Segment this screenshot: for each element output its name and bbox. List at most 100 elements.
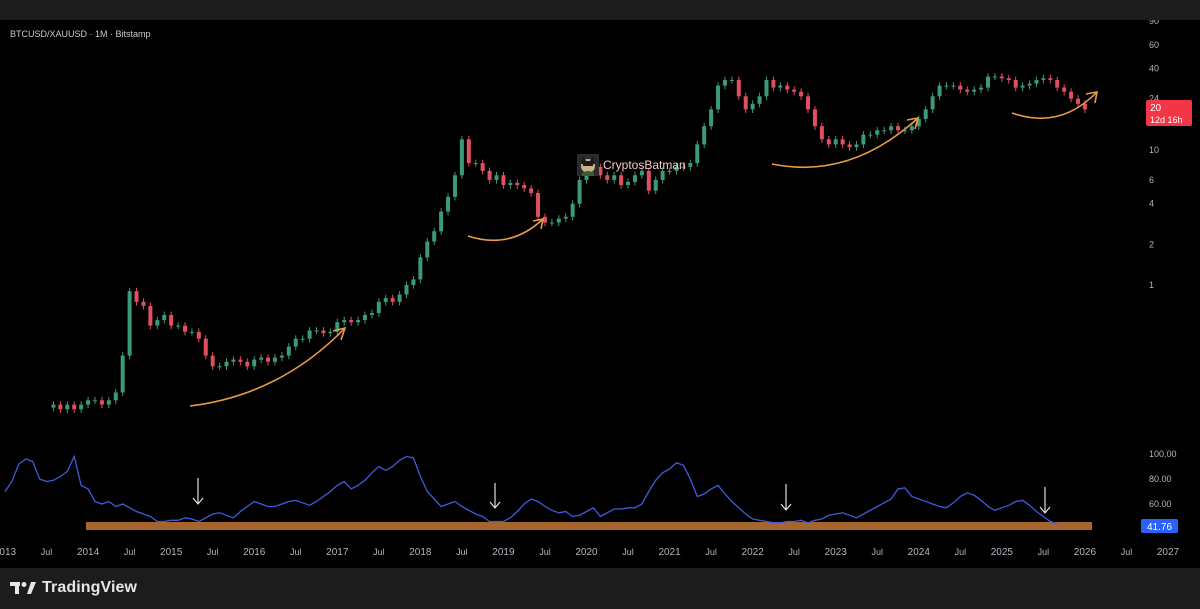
candle-body bbox=[148, 305, 153, 326]
time-tick-label: Jul bbox=[207, 547, 219, 557]
price-axis[interactable]: 1246102024406090 bbox=[1149, 20, 1159, 290]
candle-body bbox=[695, 144, 700, 164]
candle-body bbox=[868, 134, 873, 136]
candle-body bbox=[979, 87, 984, 90]
candle-body bbox=[217, 366, 222, 368]
time-tick-label: 2013 bbox=[0, 547, 17, 558]
candle-body bbox=[1076, 98, 1081, 104]
candle-body bbox=[65, 404, 70, 410]
candle-body bbox=[293, 338, 298, 347]
candle-body bbox=[1069, 91, 1074, 99]
candle-body bbox=[819, 126, 824, 140]
candle-body bbox=[958, 85, 963, 90]
candle-body bbox=[300, 338, 305, 340]
candle-body bbox=[425, 241, 430, 258]
candle-body bbox=[937, 85, 942, 97]
time-tick-label: Jul bbox=[705, 547, 717, 557]
candle-body bbox=[854, 144, 859, 148]
time-tick-label: Jul bbox=[373, 547, 385, 557]
candle-body bbox=[806, 96, 811, 110]
candle-body bbox=[826, 139, 831, 145]
candle-body bbox=[473, 163, 478, 165]
price-tick-label: 4 bbox=[1149, 199, 1154, 209]
rsi-value-badge: 41.76 bbox=[1141, 519, 1178, 533]
candle-body bbox=[155, 320, 160, 326]
candle-body bbox=[999, 76, 1004, 79]
candle-body bbox=[812, 109, 817, 127]
rsi-panel[interactable]: 60.00 80.00 100.00 41.76 bbox=[4, 449, 1178, 533]
candle-body bbox=[397, 294, 402, 302]
time-axis[interactable]: 2013 Jul 2014 Jul 2015 Jul 2016 Jul 2017 Jul 2018 J… bbox=[0, 547, 1180, 558]
candle-body bbox=[626, 181, 631, 186]
uptrend-arrow-2023 bbox=[771, 117, 919, 169]
price-badge-value: 20 bbox=[1150, 103, 1162, 114]
symbol-title: BTCUSD/XAUUSD · 1M · Bitstamp bbox=[10, 29, 151, 39]
candle-body bbox=[757, 96, 762, 104]
candle-body bbox=[182, 325, 187, 332]
candle-body bbox=[688, 163, 693, 167]
candle-body bbox=[522, 185, 527, 189]
price-chart[interactable]: BTCUSD/XAUUSD · 1M · Bitstamp 1 2 4 6 10 2024… bbox=[0, 20, 1200, 568]
candle-body bbox=[570, 203, 575, 217]
candle-body bbox=[99, 400, 104, 405]
candle-body bbox=[729, 80, 734, 82]
time-tick-label: 2016 bbox=[243, 547, 266, 558]
rsi-bottom-markers bbox=[192, 478, 1051, 514]
brand-name: TradingView bbox=[42, 579, 138, 596]
watermark-text: CryptosBatman bbox=[603, 158, 686, 172]
annotation-arrows bbox=[189, 91, 1098, 407]
price-tick-label: 90 bbox=[1149, 20, 1159, 26]
time-tick-label: 2021 bbox=[658, 547, 681, 558]
candle-body bbox=[238, 359, 243, 362]
candle-body bbox=[259, 357, 264, 360]
candle-body bbox=[861, 134, 866, 145]
candle-body bbox=[785, 85, 790, 90]
rsi-tick-label: 100.00 bbox=[1149, 449, 1177, 459]
candle-body bbox=[847, 144, 852, 148]
candle-body bbox=[1020, 85, 1025, 88]
time-tick-label: Jul bbox=[1038, 547, 1050, 557]
time-tick-label: Jul bbox=[41, 547, 53, 557]
price-tick-label: 1 bbox=[1149, 280, 1154, 290]
candle-body bbox=[792, 89, 797, 92]
rsi-badge-value: 41.76 bbox=[1147, 522, 1172, 533]
time-tick-label: 2018 bbox=[409, 547, 432, 558]
candle-body bbox=[909, 126, 914, 131]
candle-body bbox=[764, 80, 769, 97]
time-tick-label: Jul bbox=[871, 547, 883, 557]
candle-body bbox=[390, 298, 395, 302]
candle-body bbox=[1013, 80, 1018, 88]
tradingview-logo[interactable]: TradingView bbox=[10, 577, 137, 599]
candle-body bbox=[418, 257, 423, 280]
time-tick-label: Jul bbox=[1121, 547, 1133, 557]
candle-body bbox=[203, 338, 208, 356]
candle-body bbox=[1041, 78, 1046, 81]
candlestick-series bbox=[51, 73, 1087, 413]
candle-body bbox=[944, 85, 949, 87]
candle-body bbox=[508, 182, 513, 186]
chart-frame: BTCUSD/XAUUSD · 1M · Bitstamp 1 2 4 6 10 2024… bbox=[0, 20, 1200, 568]
candle-body bbox=[923, 109, 928, 119]
time-tick-label: 2019 bbox=[492, 547, 515, 558]
candle-body bbox=[404, 285, 409, 295]
candle-body bbox=[349, 320, 354, 323]
candle-body bbox=[1034, 80, 1039, 84]
candle-body bbox=[501, 175, 506, 186]
candle-body bbox=[577, 179, 582, 204]
time-tick-label: 2020 bbox=[575, 547, 598, 558]
candle-body bbox=[58, 404, 63, 410]
rsi-tick-label: 60.00 bbox=[1149, 499, 1172, 509]
candle-body bbox=[196, 331, 201, 339]
candle-body bbox=[356, 320, 361, 323]
candle-body bbox=[286, 346, 291, 356]
candle-body bbox=[556, 218, 561, 223]
time-tick-label: Jul bbox=[955, 547, 967, 557]
rsi-axis: 60.00 80.00 100.00 bbox=[1149, 449, 1177, 509]
time-tick-label: 2025 bbox=[991, 547, 1014, 558]
time-tick-label: 2022 bbox=[742, 547, 765, 558]
time-tick-label: Jul bbox=[456, 547, 468, 557]
candle-body bbox=[252, 359, 257, 367]
candle-body bbox=[965, 89, 970, 92]
candle-body bbox=[515, 182, 520, 186]
candle-body bbox=[882, 130, 887, 132]
